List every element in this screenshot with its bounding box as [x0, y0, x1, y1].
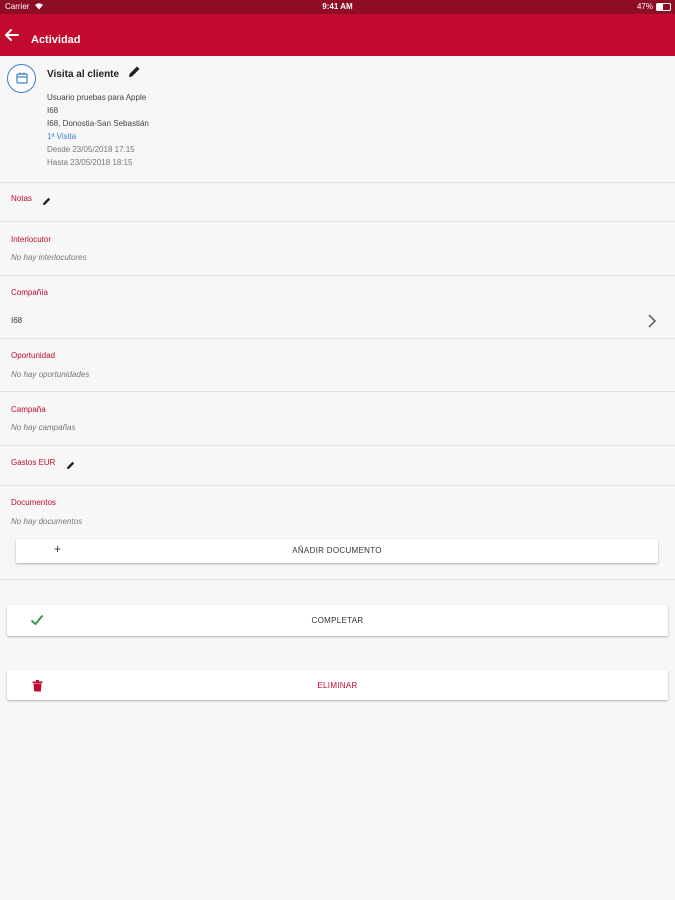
notes-label: Notas: [11, 194, 32, 203]
arrow-left-icon[interactable]: [3, 26, 21, 44]
battery-percent: 47%: [636, 2, 653, 11]
activity-header: Visita al cliente Usuario pruebas para A…: [0, 56, 675, 182]
company-label: Compañía: [11, 288, 48, 297]
edit-notes-pencil-icon[interactable]: [42, 193, 52, 211]
activity-title: Visita al cliente: [47, 69, 120, 80]
edit-expenses-pencil-icon[interactable]: [66, 457, 76, 475]
opportunity-empty: No hay oportunidades: [11, 370, 90, 379]
activity-user: Usuario pruebas para Apple: [47, 93, 147, 102]
expenses-label: Gastos EUR: [11, 458, 56, 467]
documents-label: Documentos: [11, 498, 56, 507]
divider: [0, 445, 675, 446]
chevron-right-icon[interactable]: [646, 314, 658, 333]
page-title: Actividad: [31, 34, 81, 46]
calendar-icon: [7, 64, 36, 93]
divider: [0, 579, 675, 580]
status-bar: Carrier 9:41 AM 47%: [0, 0, 675, 14]
battery-icon: [656, 3, 671, 11]
complete-label: COMPLETAR: [311, 616, 364, 625]
add-document-label: AÑADIR DOCUMENTO: [292, 546, 382, 555]
divider: [0, 338, 675, 339]
interlocutor-empty: No hay interlocutores: [11, 253, 87, 262]
status-time: 9:41 AM: [322, 2, 353, 11]
activity-start-date: Desde 23/05/2018 17:15: [47, 145, 135, 154]
interlocutor-label: Interlocutor: [11, 235, 52, 244]
add-document-button[interactable]: + AÑADIR DOCUMENTO: [16, 539, 658, 563]
divider: [0, 221, 675, 222]
delete-button[interactable]: ELIMINAR: [7, 670, 668, 700]
edit-title-pencil-icon[interactable]: [127, 64, 142, 84]
campaign-empty: No hay campañas: [11, 423, 76, 432]
campaign-label: Campaña: [11, 405, 46, 414]
opportunity-label: Oportunidad: [11, 351, 56, 360]
activity-visit-type[interactable]: 1ª Visita: [47, 132, 76, 141]
divider: [0, 275, 675, 276]
divider: [0, 391, 675, 392]
complete-button[interactable]: COMPLETAR: [7, 605, 668, 636]
activity-end-date: Hasta 23/05/2018 18:15: [47, 158, 133, 167]
documents-empty: No hay documentos: [11, 517, 83, 526]
activity-company-code: I68: [47, 106, 59, 115]
company-value: I68: [11, 316, 23, 325]
delete-label: ELIMINAR: [317, 681, 358, 690]
app-bar: Actividad: [0, 14, 675, 56]
company-row[interactable]: I68: [0, 300, 675, 338]
divider: [0, 182, 675, 183]
divider: [0, 485, 675, 486]
activity-address: I68, Donostia-San Sebastián: [47, 119, 149, 128]
